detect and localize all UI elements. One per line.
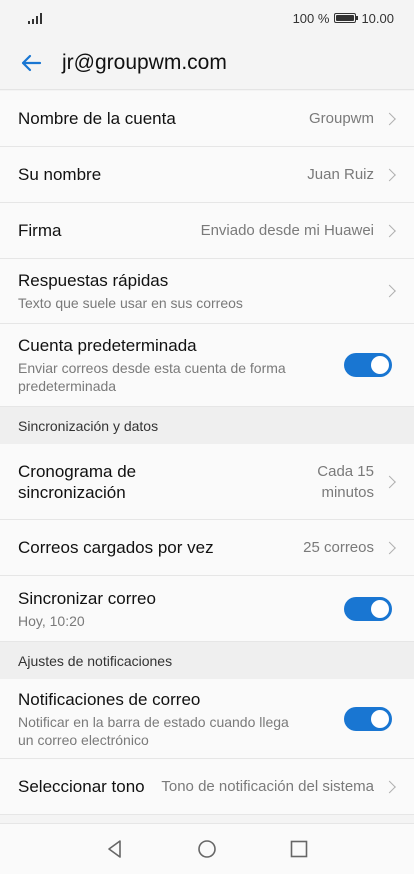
signal-icon [28,12,42,24]
status-bar: 100 % 10.00 [0,0,414,36]
sync-mail-row[interactable]: Sincronizar correo Hoy, 10:20 [0,576,414,642]
default-account-toggle[interactable] [344,353,392,377]
chevron-right-icon [383,284,396,298]
account-name-row[interactable]: Nombre de la cuenta Groupwm [0,91,414,147]
mail-notifications-row[interactable]: Notificaciones de correo Notificar en la… [0,679,414,759]
signature-label: Firma [18,221,62,240]
account-name-label: Nombre de la cuenta [18,109,176,128]
quick-replies-row[interactable]: Respuestas rápidas Texto que suele usar … [0,259,414,324]
battery-percent: 100 % [292,10,330,26]
sync-mail-label: Sincronizar correo [18,588,156,608]
sync-schedule-row[interactable]: Cronograma de sincronización Cada 15 minut… [0,444,414,520]
status-time: 10.00 [361,10,394,26]
quick-replies-label: Respuestas rápidas [18,271,169,290]
sync-mail-toggle[interactable] [344,596,392,621]
last-sync-time: Hoy, 10:20 [18,612,85,629]
section-header-notifications: Ajustes de notificaciones [0,642,414,679]
chevron-right-icon [383,780,396,793]
chevron-right-icon [383,541,396,554]
your-name-label: Su nombre [18,165,102,184]
system-navigation-bar [0,823,414,874]
signature-row[interactable]: Firma Enviado desde mi Huawei [0,203,414,259]
settings-list: Nombre de la cuenta Groupwm Su nombre Ju… [0,91,414,823]
nav-home-button[interactable] [196,838,218,860]
nav-back-button[interactable] [104,838,126,860]
triangle-back-icon [108,840,121,858]
sync-schedule-value: Cada 15 minutos [317,462,374,501]
account-name-value: Groupwm [308,110,374,127]
chevron-right-icon [383,112,396,125]
ringtone-label: Seleccionar tono [18,777,145,796]
your-name-row[interactable]: Su nombre Juan Ruiz [0,147,414,203]
default-account-label: Cuenta predeterminada [18,336,197,355]
default-account-row[interactable]: Cuenta predeterminada Enviar correos des… [0,324,414,407]
emails-per-load-row[interactable]: Correos cargados por vez 25 correos [0,520,414,576]
ringtone-row[interactable]: Seleccionar tono Tono de notificación de… [0,759,414,815]
section-header-sync: Sincronización y datos [0,407,414,444]
circle-home-icon [198,840,216,858]
mail-notifications-description: Notificar en la barra de estado cuando l… [18,713,289,748]
back-button[interactable] [0,36,62,90]
chevron-right-icon [383,224,396,237]
signature-value: Enviado desde mi Huawei [200,222,374,239]
mail-notifications-toggle[interactable] [344,706,392,731]
your-name-value: Juan Ruiz [307,166,374,183]
default-account-description: Enviar correos desde esta cuenta de form… [18,360,286,394]
battery-icon [334,13,359,23]
ringtone-value: Tono de notificación del sistema [161,778,374,795]
emails-per-load-value: 25 correos [303,539,374,556]
app-bar: jr@groupwm.com [0,36,414,90]
square-recents-icon [290,840,308,858]
quick-replies-description: Texto que suele usar en sus correos [18,295,243,311]
arrow-left-icon [21,54,42,71]
emails-per-load-label: Correos cargados por vez [18,538,214,557]
chevron-right-icon [383,168,396,181]
sync-schedule-label: Cronograma de sincronización [18,461,137,502]
nav-recents-button[interactable] [288,838,310,860]
page-title: jr@groupwm.com [62,50,227,74]
chevron-right-icon [383,475,396,488]
mail-notifications-label: Notificaciones de correo [18,689,201,709]
